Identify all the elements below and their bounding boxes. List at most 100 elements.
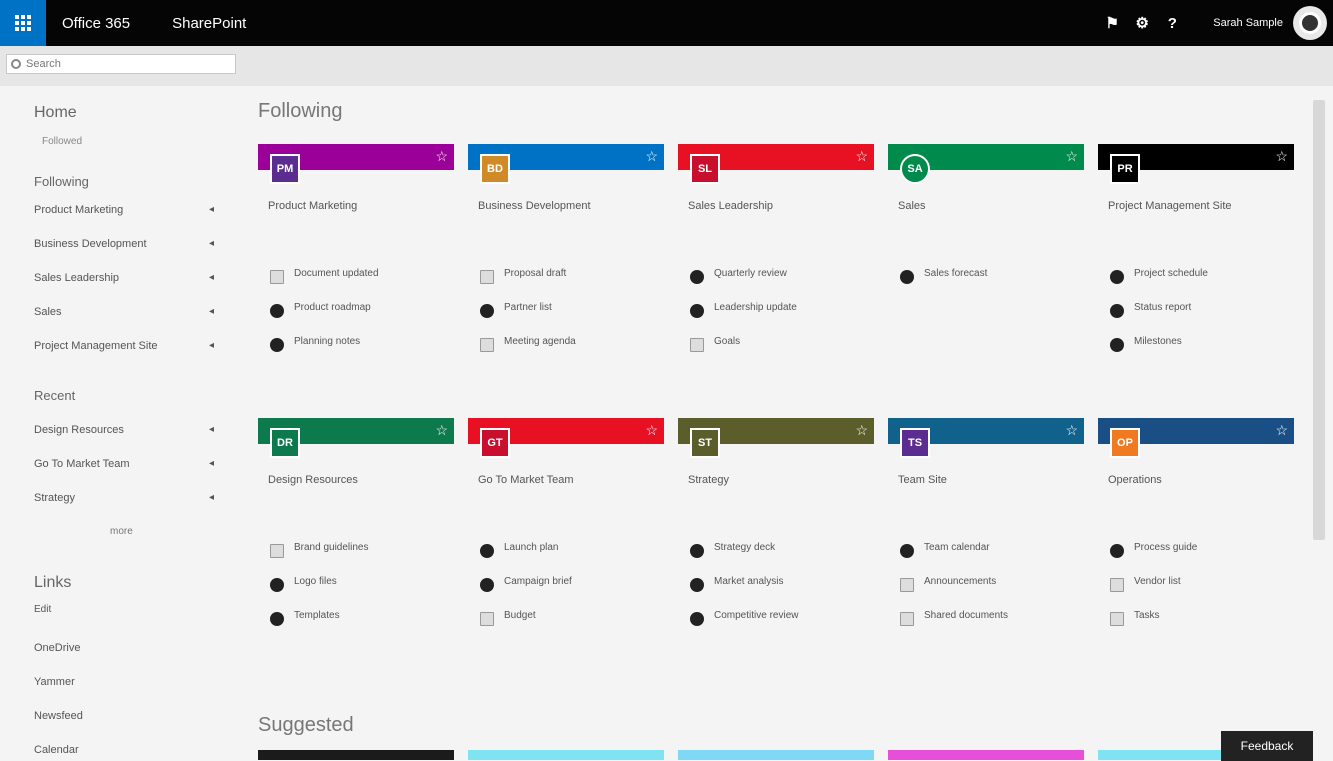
list-item[interactable]: Project schedule: [1110, 268, 1290, 302]
list-item[interactable]: Proposal draft: [480, 268, 660, 302]
user-name[interactable]: Sarah Sample: [1213, 17, 1283, 29]
star-icon[interactable]: ☆: [1275, 422, 1288, 438]
star-icon[interactable]: ☆: [855, 422, 868, 438]
app-launcher-button[interactable]: [0, 0, 46, 46]
star-icon[interactable]: ☆: [435, 148, 448, 164]
site-tile[interactable]: ☆ PM Product Marketing: [258, 144, 454, 212]
pin-icon[interactable]: ◂: [209, 204, 214, 216]
list-item[interactable]: Tasks: [1110, 610, 1290, 644]
list-item[interactable]: Milestones: [1110, 336, 1290, 370]
avatar[interactable]: [1293, 6, 1327, 40]
sidebar-item-recent[interactable]: Design Resources ◂: [34, 424, 214, 436]
list-item[interactable]: Vendor list: [1110, 576, 1290, 610]
site-name[interactable]: Go To Market Team: [478, 474, 658, 486]
sidebar-item-following[interactable]: Project Management Site ◂: [34, 340, 214, 352]
notifications-icon[interactable]: ⚑: [1097, 0, 1127, 46]
document-icon: [1110, 578, 1124, 592]
pin-icon[interactable]: ◂: [209, 272, 214, 284]
list-item[interactable]: Quarterly review: [690, 268, 870, 302]
site-tile[interactable]: ☆ SA Sales: [888, 144, 1084, 212]
sidebar-item-following[interactable]: Sales Leadership ◂: [34, 272, 214, 284]
list-item[interactable]: Document updated: [270, 268, 450, 302]
list-item[interactable]: Goals: [690, 336, 870, 370]
pin-icon[interactable]: ◂: [209, 340, 214, 352]
site-name[interactable]: Team Site: [898, 474, 1078, 486]
star-icon[interactable]: ☆: [645, 148, 658, 164]
sidebar-item-recent[interactable]: Strategy ◂: [34, 492, 214, 504]
star-icon[interactable]: ☆: [1065, 148, 1078, 164]
pin-icon[interactable]: ◂: [209, 424, 214, 436]
list-item[interactable]: Meeting agenda: [480, 336, 660, 370]
sidebar-item-following[interactable]: Business Development ◂: [34, 238, 214, 250]
sidebar-item-following[interactable]: Sales ◂: [34, 306, 214, 318]
site-tile[interactable]: ☆ OP Operations: [1098, 418, 1294, 486]
suggested-tile[interactable]: [678, 750, 874, 760]
app-name[interactable]: SharePoint: [172, 15, 246, 32]
site-name[interactable]: Sales Leadership: [688, 200, 868, 212]
list-item[interactable]: Templates: [270, 610, 450, 644]
star-icon[interactable]: ☆: [435, 422, 448, 438]
suite-brand[interactable]: Office 365: [62, 15, 130, 32]
site-tile[interactable]: ☆ ST Strategy: [678, 418, 874, 486]
vertical-scrollbar[interactable]: [1313, 100, 1325, 540]
site-tile[interactable]: ☆ SL Sales Leadership: [678, 144, 874, 212]
list-item[interactable]: Product roadmap: [270, 302, 450, 336]
suggested-tile[interactable]: [468, 750, 664, 760]
site-name[interactable]: Strategy: [688, 474, 868, 486]
site-name[interactable]: Sales: [898, 200, 1078, 212]
pin-icon[interactable]: ◂: [209, 238, 214, 250]
sidebar-item-recent[interactable]: Go To Market Team ◂: [34, 458, 214, 470]
list-item[interactable]: Campaign brief: [480, 576, 660, 610]
list-item[interactable]: Team calendar: [900, 542, 1080, 576]
help-icon[interactable]: ?: [1157, 0, 1187, 46]
nav-more-link[interactable]: more: [110, 526, 133, 537]
list-item[interactable]: Market analysis: [690, 576, 870, 610]
nav-links-edit[interactable]: Edit: [34, 604, 214, 615]
feedback-button[interactable]: Feedback: [1221, 731, 1313, 761]
nav-home-sub[interactable]: Followed: [42, 136, 162, 147]
sidebar-item-link[interactable]: Newsfeed: [34, 710, 214, 722]
star-icon[interactable]: ☆: [1065, 422, 1078, 438]
list-item[interactable]: Announcements: [900, 576, 1080, 610]
site-name[interactable]: Design Resources: [268, 474, 448, 486]
list-item[interactable]: Budget: [480, 610, 660, 644]
star-icon[interactable]: ☆: [645, 422, 658, 438]
search-input[interactable]: Search: [6, 54, 236, 74]
list-item[interactable]: Sales forecast: [900, 268, 1080, 302]
pin-icon[interactable]: ◂: [209, 492, 214, 504]
settings-icon[interactable]: ⚙: [1127, 0, 1157, 46]
suggested-tile[interactable]: [888, 750, 1084, 760]
activity-text: Launch plan: [504, 542, 559, 553]
site-name[interactable]: Project Management Site: [1108, 200, 1288, 212]
site-name[interactable]: Business Development: [478, 200, 658, 212]
pin-icon[interactable]: ◂: [209, 458, 214, 470]
site-tile[interactable]: ☆ PR Project Management Site: [1098, 144, 1294, 212]
site-tile[interactable]: ☆ GT Go To Market Team: [468, 418, 664, 486]
star-icon[interactable]: ☆: [1275, 148, 1288, 164]
list-item[interactable]: Process guide: [1110, 542, 1290, 576]
list-item[interactable]: Logo files: [270, 576, 450, 610]
nav-home-heading[interactable]: Home: [34, 104, 77, 122]
site-tile[interactable]: ☆ BD Business Development: [468, 144, 664, 212]
list-item[interactable]: Competitive review: [690, 610, 870, 644]
list-item[interactable]: Planning notes: [270, 336, 450, 370]
sidebar-item-link[interactable]: Calendar: [34, 744, 214, 756]
list-item[interactable]: Strategy deck: [690, 542, 870, 576]
list-item[interactable]: Brand guidelines: [270, 542, 450, 576]
site-name[interactable]: Operations: [1108, 474, 1288, 486]
site-tile[interactable]: ☆ TS Team Site: [888, 418, 1084, 486]
star-icon[interactable]: ☆: [855, 148, 868, 164]
suggested-tile[interactable]: [258, 750, 454, 760]
sidebar-item-link[interactable]: Yammer: [34, 676, 214, 688]
list-item[interactable]: Launch plan: [480, 542, 660, 576]
pin-icon[interactable]: ◂: [209, 306, 214, 318]
list-item[interactable]: Leadership update: [690, 302, 870, 336]
list-item[interactable]: Partner list: [480, 302, 660, 336]
site-name[interactable]: Product Marketing: [268, 200, 448, 212]
sidebar-item-following[interactable]: Product Marketing ◂: [34, 204, 214, 216]
sidebar-item-link[interactable]: OneDrive: [34, 642, 214, 654]
list-item[interactable]: Shared documents: [900, 610, 1080, 644]
site-tile[interactable]: ☆ DR Design Resources: [258, 418, 454, 486]
search-icon: [11, 59, 21, 69]
list-item[interactable]: Status report: [1110, 302, 1290, 336]
